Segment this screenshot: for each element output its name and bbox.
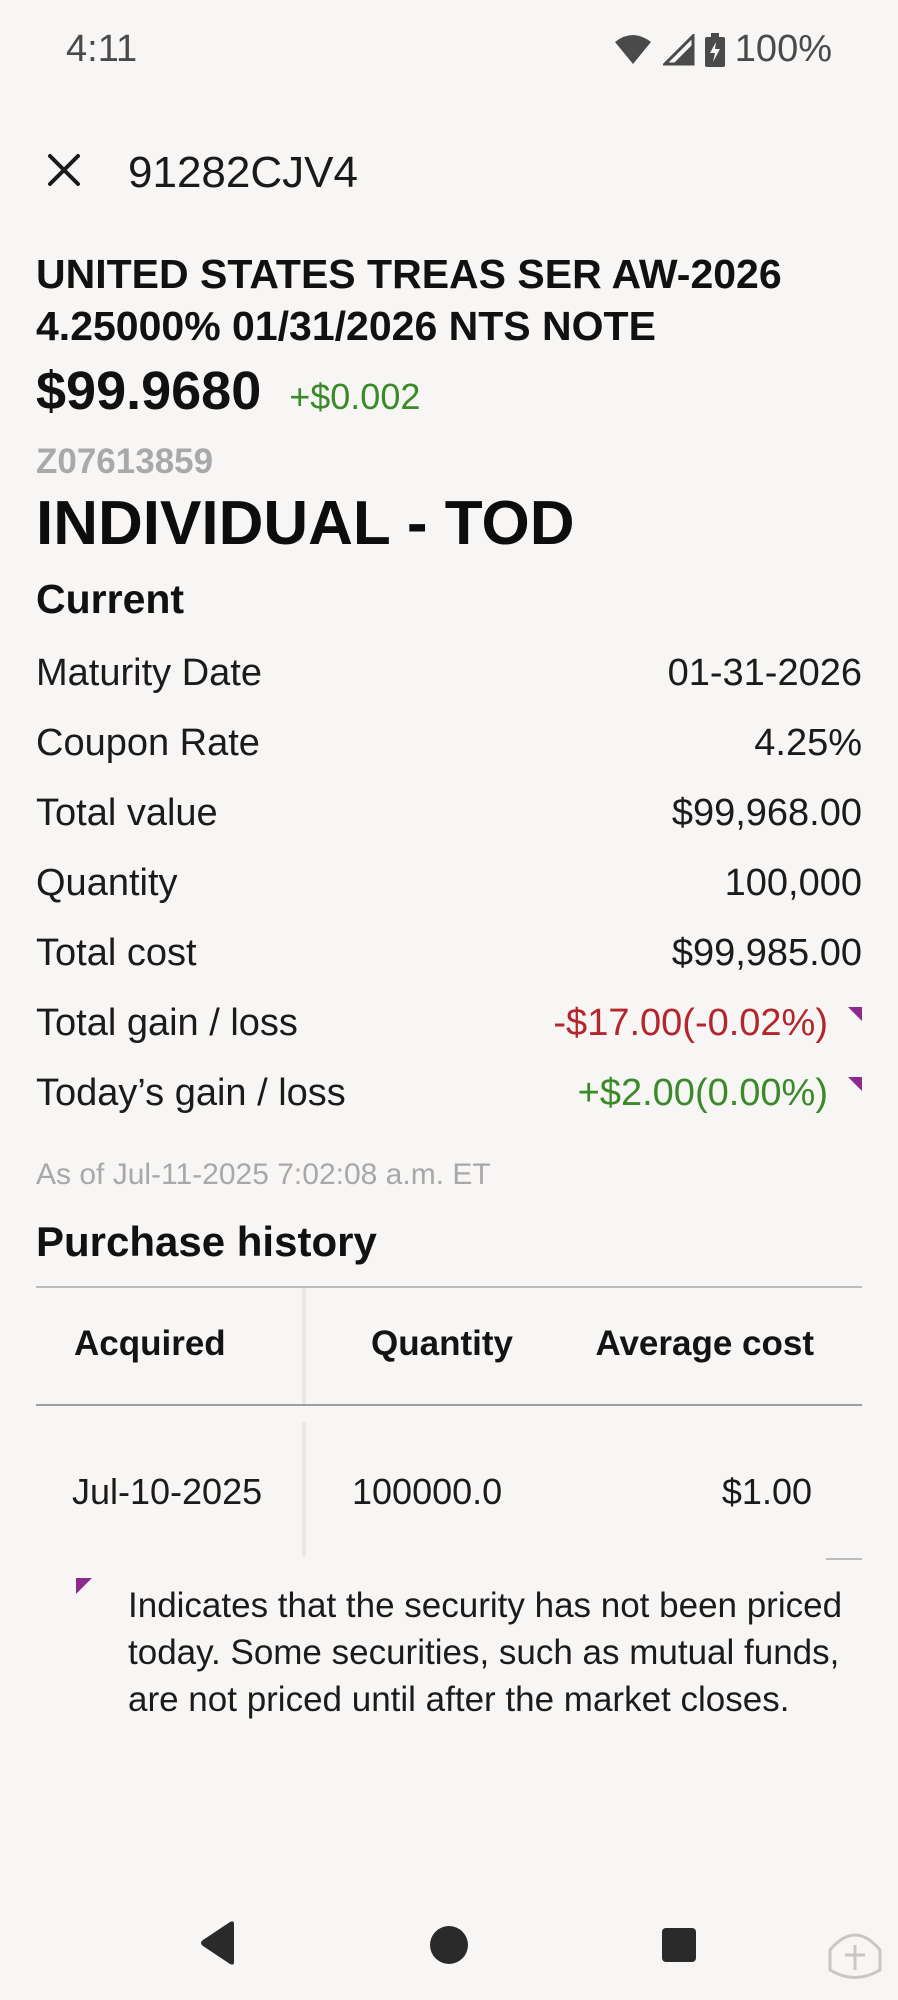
column-header-acquired: Acquired	[74, 1324, 226, 1363]
detail-row-quantity: Quantity 100,000	[36, 848, 862, 918]
detail-label: Coupon Rate	[36, 721, 260, 764]
status-bar: 4:11 100%	[0, 0, 898, 100]
status-icons: 100%	[613, 28, 832, 71]
watermark-logo-icon	[820, 1910, 890, 1995]
status-time: 4:11	[66, 28, 138, 70]
purchase-history-title: Purchase history	[36, 1218, 377, 1265]
detail-row-total-value: Total value $99,968.00	[36, 778, 862, 848]
detail-label: Quantity	[36, 861, 178, 904]
security-symbol: 91282CJV4	[128, 148, 358, 197]
detail-value-wrap: -$17.00(-0.02%)	[553, 1002, 862, 1045]
close-button[interactable]	[40, 146, 88, 194]
detail-value: 100,000	[724, 861, 862, 904]
detail-row-total-cost: Total cost $99,985.00	[36, 918, 862, 988]
detail-value: 4.25%	[754, 721, 862, 764]
todays-gain-loss-value: +$2.00(0.00%)	[577, 1071, 828, 1114]
column-header-average-cost: Average cost	[595, 1324, 814, 1363]
detail-row-maturity-date: Maturity Date 01-31-2026	[36, 638, 862, 708]
current-details-list: Maturity Date 01-31-2026 Coupon Rate 4.2…	[36, 638, 862, 1128]
table-divider	[36, 1404, 862, 1406]
table-column-divider	[302, 1422, 306, 1556]
not-priced-legend-text: Indicates that the security has not been…	[128, 1586, 843, 1719]
detail-label: Today’s gain / loss	[36, 1071, 346, 1114]
price-row: $99.9680 +$0.002	[36, 360, 420, 422]
detail-value-wrap: +$2.00(0.00%)	[578, 1072, 862, 1115]
battery-icon	[704, 32, 725, 67]
security-name: UNITED STATES TREAS SER AW-2026 4.25000%…	[36, 251, 782, 349]
detail-value: 01-31-2026	[667, 651, 862, 694]
table-divider	[826, 1558, 862, 1560]
column-header-quantity: Quantity	[371, 1324, 513, 1363]
battery-percent: 100%	[734, 28, 832, 70]
table-divider	[36, 1286, 862, 1288]
not-priced-flag-icon	[848, 1007, 862, 1021]
detail-label: Total value	[36, 791, 218, 834]
position-detail-screen: 4:11 100% 91282CJV4 UNITED STATES TREAS …	[0, 0, 898, 2000]
detail-row-todays-gain-loss: Today’s gain / loss +$2.00(0.00%)	[36, 1058, 862, 1128]
not-priced-flag-icon	[848, 1077, 862, 1091]
account-number: Z07613859	[36, 442, 214, 481]
detail-value: $99,968.00	[671, 791, 862, 834]
detail-row-coupon-rate: Coupon Rate 4.25%	[36, 708, 862, 778]
wifi-icon	[613, 34, 653, 66]
not-priced-legend-flag-icon	[76, 1578, 92, 1594]
cell-signal-icon	[662, 33, 695, 66]
back-triangle-icon	[201, 1921, 234, 1965]
current-section-title: Current	[36, 576, 185, 622]
nav-home-button[interactable]	[430, 1926, 468, 1964]
close-icon	[48, 154, 80, 186]
purchase-history-table[interactable]: Acquired Quantity Average cost Jul-10-20…	[36, 1286, 862, 1560]
detail-label: Maturity Date	[36, 651, 262, 694]
cell-quantity: 100000.0	[352, 1471, 503, 1512]
detail-label: Total gain / loss	[36, 1001, 298, 1044]
cell-average-cost: $1.00	[721, 1471, 812, 1512]
last-price: $99.9680	[36, 361, 262, 421]
nav-recents-button[interactable]	[662, 1928, 696, 1962]
cell-acquired: Jul-10-2025	[72, 1471, 263, 1512]
as-of-timestamp: As of Jul-11-2025 7:02:08 a.m. ET	[36, 1158, 491, 1191]
price-change: +$0.002	[289, 376, 421, 417]
detail-label: Total cost	[36, 931, 197, 974]
account-name: INDIVIDUAL - TOD	[36, 489, 575, 558]
detail-row-total-gain-loss: Total gain / loss -$17.00(-0.02%)	[36, 988, 862, 1058]
total-gain-loss-value: -$17.00(-0.02%)	[553, 1001, 828, 1044]
table-column-divider	[302, 1288, 306, 1404]
nav-back-button[interactable]	[198, 1920, 238, 1971]
detail-value: $99,985.00	[671, 931, 862, 974]
